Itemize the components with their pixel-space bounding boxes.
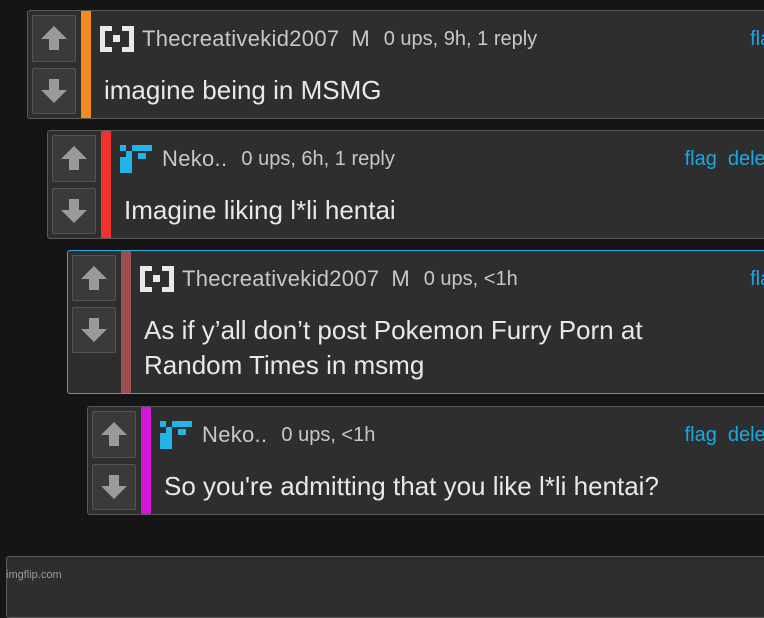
vote-controls [88,407,140,514]
comment-actions: flag delete r [685,419,764,451]
delete-link[interactable]: delete [728,148,764,171]
comment-depth-bar [121,251,131,393]
comment-text: So you're admitting that you like l*li h… [164,471,659,501]
comment-text: Imagine liking l*li hentai [124,195,396,225]
comment-text: As if y’all don’t post Pokemon Furry Por… [144,315,643,380]
upvote-button[interactable] [72,255,116,301]
flag-link[interactable]: flag [685,424,717,447]
flag-link[interactable]: flag [750,268,764,291]
comment-text: imagine being in MSMG [104,75,382,105]
comment: Thecreativekid2007 M 0 ups, <1h flag r A… [67,250,764,394]
delete-link[interactable]: delete [728,424,764,447]
comment: Thecreativekid2007 M 0 ups, 9h, 1 reply … [27,10,764,119]
gender-indicator: M [391,266,410,291]
comment-actions: flag delete r [685,143,764,175]
username-link[interactable]: Thecreativekid2007 [142,26,339,52]
vote-controls [68,251,120,357]
comment-header: Neko.. 0 ups, <1h [158,419,764,451]
flag-link[interactable]: flag [750,28,764,51]
upvote-button[interactable] [92,411,136,458]
comment-meta: 0 ups, <1h [423,267,518,290]
upvote-button[interactable] [52,135,96,182]
up-arrow-icon [81,266,107,290]
up-arrow-icon [101,422,127,447]
comment-meta: 0 ups, <1h [281,423,376,446]
down-arrow-icon [41,78,67,103]
vote-controls [28,11,80,118]
up-arrow-icon [61,146,87,171]
blue-pixel-avatar-icon [160,421,192,449]
comment-header: Neko.. 0 ups, 6h, 1 reply [118,143,764,175]
vote-controls [48,131,100,238]
downvote-button[interactable] [72,307,116,353]
comment-input-box[interactable] [6,556,764,618]
bracket-avatar-icon [100,26,134,52]
comment-depth-bar [141,407,151,514]
comment-depth-bar [81,11,91,118]
comment-depth-bar [101,131,111,238]
downvote-button[interactable] [52,187,96,234]
comment-header: Thecreativekid2007 M 0 ups, 9h, 1 reply [98,23,764,55]
comment-meta: 0 ups, 6h, 1 reply [241,147,395,170]
flag-link[interactable]: flag [685,148,717,171]
watermark: imgflip.com [6,569,62,581]
up-arrow-icon [41,26,67,51]
comment-header: Thecreativekid2007 M 0 ups, <1h [138,263,764,295]
down-arrow-icon [101,474,127,499]
down-arrow-icon [81,318,107,342]
downvote-button[interactable] [92,463,136,510]
comment: Neko.. 0 ups, 6h, 1 reply flag delete r … [47,130,764,239]
username-link[interactable]: Neko.. [202,422,267,448]
upvote-button[interactable] [32,15,76,62]
username-link[interactable]: Thecreativekid2007 [182,266,379,292]
blue-pixel-avatar-icon [120,145,152,173]
gender-indicator: M [351,26,370,51]
comment-meta: 0 ups, 9h, 1 reply [383,27,538,50]
downvote-button[interactable] [32,67,76,114]
bracket-avatar-icon [140,266,174,292]
comment-actions: flag r [750,23,764,55]
down-arrow-icon [61,198,87,223]
comment-actions: flag r [750,263,764,295]
comment: Neko.. 0 ups, <1h flag delete r So you'r… [87,406,764,515]
username-link[interactable]: Neko.. [162,146,227,172]
